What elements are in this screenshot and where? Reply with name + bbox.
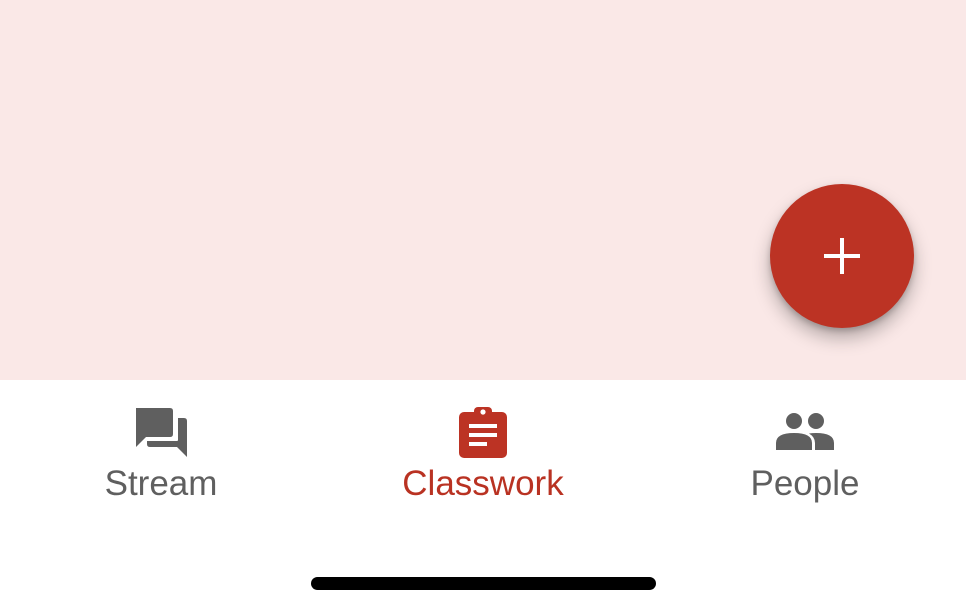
people-icon xyxy=(644,402,966,462)
plus-icon xyxy=(822,236,862,276)
nav-item-classwork[interactable]: Classwork xyxy=(322,398,644,508)
create-fab-button[interactable] xyxy=(770,184,914,328)
clipboard-icon xyxy=(322,402,644,462)
nav-label-people: People xyxy=(750,464,860,503)
home-indicator[interactable] xyxy=(311,577,656,590)
stream-chat-icon xyxy=(0,402,322,462)
nav-item-people[interactable]: People xyxy=(644,398,966,508)
nav-label-classwork: Classwork xyxy=(402,464,564,503)
nav-label-stream: Stream xyxy=(104,464,218,503)
bottom-navigation-bar: Stream Classwork People xyxy=(0,380,966,600)
app-screen: Stream Classwork People xyxy=(0,0,966,600)
nav-item-stream[interactable]: Stream xyxy=(0,398,322,508)
